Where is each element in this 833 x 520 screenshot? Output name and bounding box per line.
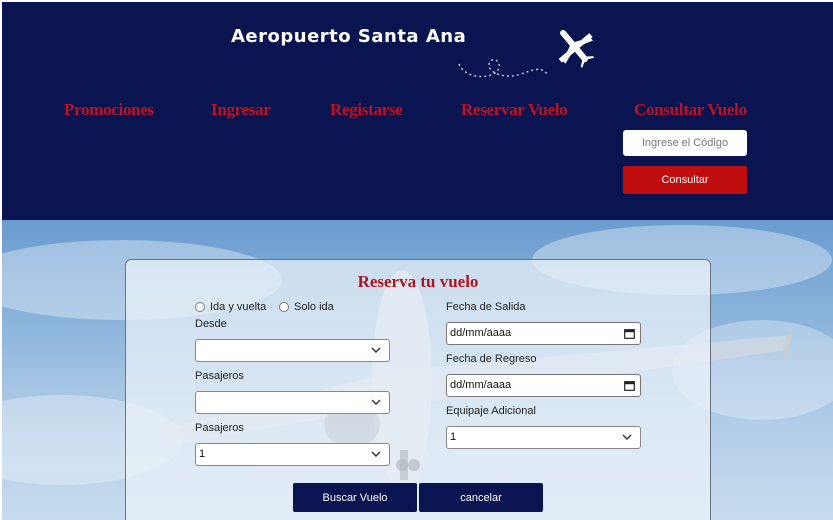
passengers-select[interactable] bbox=[195, 391, 390, 414]
nav-reservar-vuelo[interactable]: Reservar Vuelo bbox=[461, 100, 568, 120]
chevron-down-icon bbox=[371, 347, 381, 353]
radio-one-way[interactable]: Solo ida bbox=[279, 301, 334, 313]
luggage-label: Equipaje Adicional bbox=[446, 405, 536, 417]
departure-label: Fecha de Salida bbox=[446, 301, 526, 313]
chevron-down-icon bbox=[371, 451, 381, 457]
calendar-icon[interactable] bbox=[624, 328, 635, 339]
from-select[interactable] bbox=[195, 339, 390, 362]
nav-registrarse[interactable]: Registarse bbox=[330, 100, 403, 120]
passengers-count-value: 1 bbox=[199, 448, 206, 460]
radio-round-trip[interactable]: Ida y vuelta bbox=[195, 301, 266, 313]
flight-trail-icon bbox=[458, 58, 548, 78]
chevron-down-icon bbox=[371, 399, 381, 405]
radio-label: Ida y vuelta bbox=[210, 301, 267, 313]
radio-circle[interactable] bbox=[279, 302, 289, 312]
return-date-value: dd/mm/aaaa bbox=[450, 379, 512, 391]
consult-button[interactable]: Consultar bbox=[623, 166, 747, 194]
passengers-label: Pasajeros bbox=[195, 370, 244, 382]
return-label: Fecha de Regreso bbox=[446, 353, 537, 365]
luggage-select[interactable]: 1 bbox=[446, 426, 641, 449]
nav-consultar-vuelo[interactable]: Consultar Vuelo bbox=[634, 100, 747, 120]
flight-code-input[interactable] bbox=[623, 130, 747, 156]
departure-date-value: dd/mm/aaaa bbox=[450, 327, 512, 339]
luggage-value: 1 bbox=[450, 431, 457, 443]
cancel-button[interactable]: cancelar bbox=[419, 483, 543, 512]
chevron-down-icon bbox=[622, 434, 632, 440]
nav-promociones[interactable]: Promociones bbox=[64, 100, 154, 120]
return-date-input[interactable]: dd/mm/aaaa bbox=[446, 374, 641, 397]
passengers-label-2: Pasajeros bbox=[195, 422, 244, 434]
radio-label: Solo ida bbox=[294, 301, 334, 313]
departure-date-input[interactable]: dd/mm/aaaa bbox=[446, 322, 641, 345]
airplane-icon bbox=[558, 29, 595, 68]
booking-title: Reserva tu vuelo bbox=[357, 272, 479, 291]
nav-ingresar[interactable]: Ingresar bbox=[211, 100, 271, 120]
from-label: Desde bbox=[195, 318, 227, 330]
passengers-count-select[interactable]: 1 bbox=[195, 443, 390, 466]
brand-title: Aeropuerto Santa Ana bbox=[231, 26, 467, 47]
search-flight-button[interactable]: Buscar Vuelo bbox=[293, 483, 417, 512]
calendar-icon[interactable] bbox=[624, 380, 635, 391]
radio-circle[interactable] bbox=[195, 302, 205, 312]
